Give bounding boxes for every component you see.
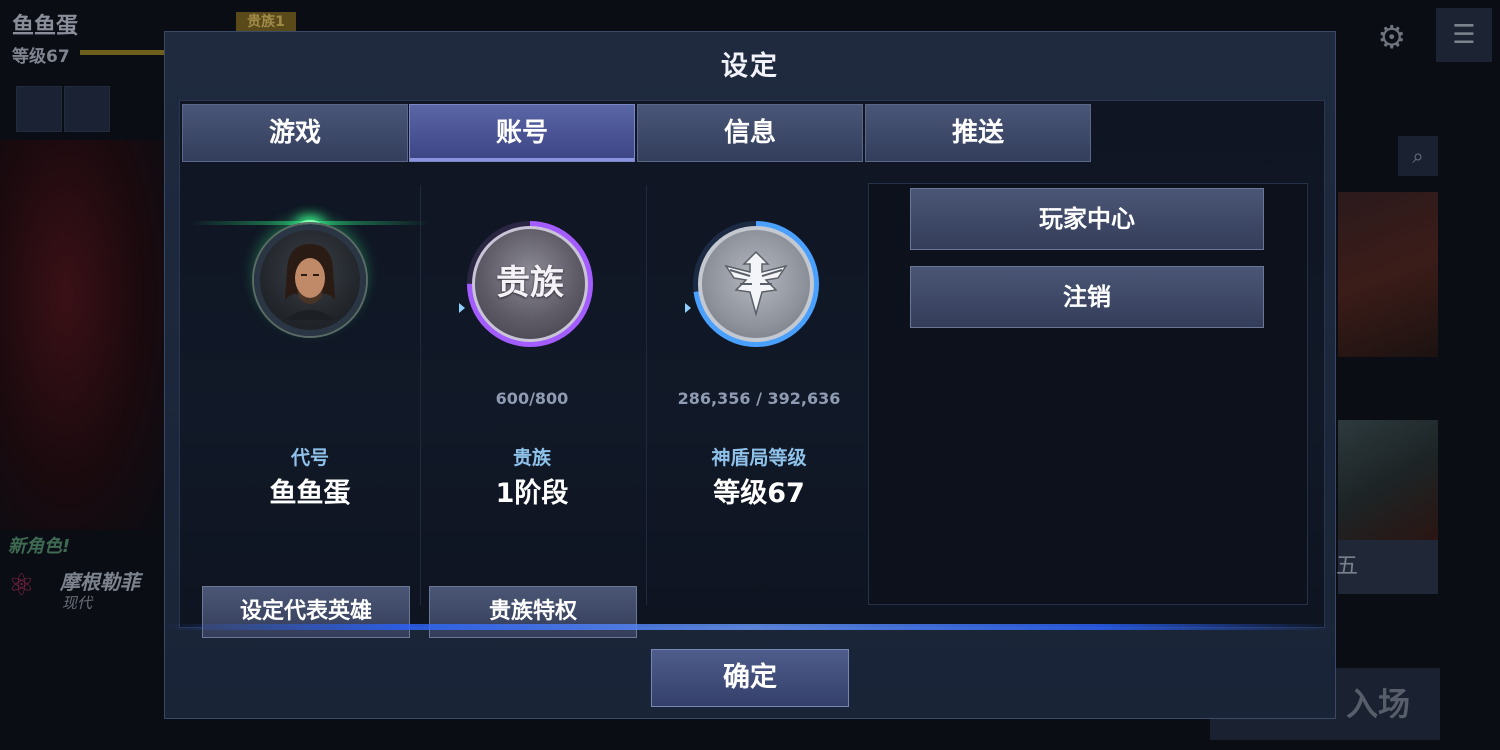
tab-push[interactable]: 推送 [865, 104, 1091, 162]
nobility-emblem: 贵族 [472, 226, 588, 342]
atom-icon: ⚛ [8, 568, 35, 603]
event-card[interactable] [1338, 192, 1438, 357]
featured-hero-art [0, 140, 165, 530]
codename-value: 鱼鱼蛋 [269, 478, 351, 509]
new-character-name: 摩根勒菲 [60, 570, 140, 594]
shield-level-label: 神盾局等级 [711, 447, 807, 469]
modal-body: 游戏 账号 信息 推送 代号 鱼鱼蛋 设定代表英雄 贵族 600/800 贵族 … [179, 100, 1325, 638]
tab-account[interactable]: 账号 [409, 104, 635, 162]
divider-glow [165, 624, 1335, 630]
nobility-progress: 600/800 [495, 389, 569, 408]
event-card-button-label: 五 [1336, 554, 1359, 579]
new-character-label: 新角色! [8, 536, 71, 557]
progress-pointer-icon [459, 303, 465, 313]
new-character-era: 现代 [62, 594, 93, 612]
column-divider [420, 185, 421, 605]
shield-level-value: 等级67 [713, 478, 805, 509]
menu-icon[interactable]: ☰ [1436, 8, 1492, 62]
shield-eagle-icon [724, 250, 788, 317]
nobility-label: 贵族 [512, 447, 551, 469]
set-representative-hero-button[interactable]: 设定代表英雄 [202, 586, 410, 638]
tab-info[interactable]: 信息 [637, 104, 863, 162]
gear-icon[interactable]: ⚙ [1377, 18, 1406, 56]
player-name: 鱼鱼蛋 [12, 14, 79, 39]
nobility-privileges-button[interactable]: 贵族特权 [429, 586, 637, 638]
level-progress-bar [80, 50, 170, 55]
modal-title: 设定 [721, 51, 779, 82]
shield-progress: 286,356 / 392,636 [677, 389, 841, 408]
shield-emblem [698, 226, 814, 342]
nobility-badge: 贵族1 [236, 12, 296, 32]
settings-modal: 设定 游戏 账号 信息 推送 代号 鱼鱼蛋 设定代表英雄 贵族 600/800 … [164, 31, 1336, 719]
player-center-button[interactable]: 玩家中心 [910, 188, 1264, 250]
event-card[interactable] [1338, 420, 1438, 540]
hero-portrait-icon [285, 244, 335, 320]
hero-avatar[interactable] [254, 224, 366, 336]
nobility-value: 1阶段 [495, 478, 569, 509]
codename-label: 代号 [290, 447, 329, 469]
refresh-icon-button[interactable] [64, 86, 110, 132]
tab-game[interactable]: 游戏 [182, 104, 408, 162]
player-level: 等级67 [12, 47, 70, 67]
logout-button[interactable]: 注销 [910, 266, 1264, 328]
crystal-icon-button[interactable] [16, 86, 62, 132]
column-divider [646, 185, 647, 605]
confirm-button[interactable]: 确定 [651, 649, 849, 707]
search-icon[interactable]: ⌕ [1398, 136, 1438, 176]
progress-pointer-icon [685, 303, 691, 313]
event-card-button[interactable]: 五 [1336, 540, 1438, 594]
